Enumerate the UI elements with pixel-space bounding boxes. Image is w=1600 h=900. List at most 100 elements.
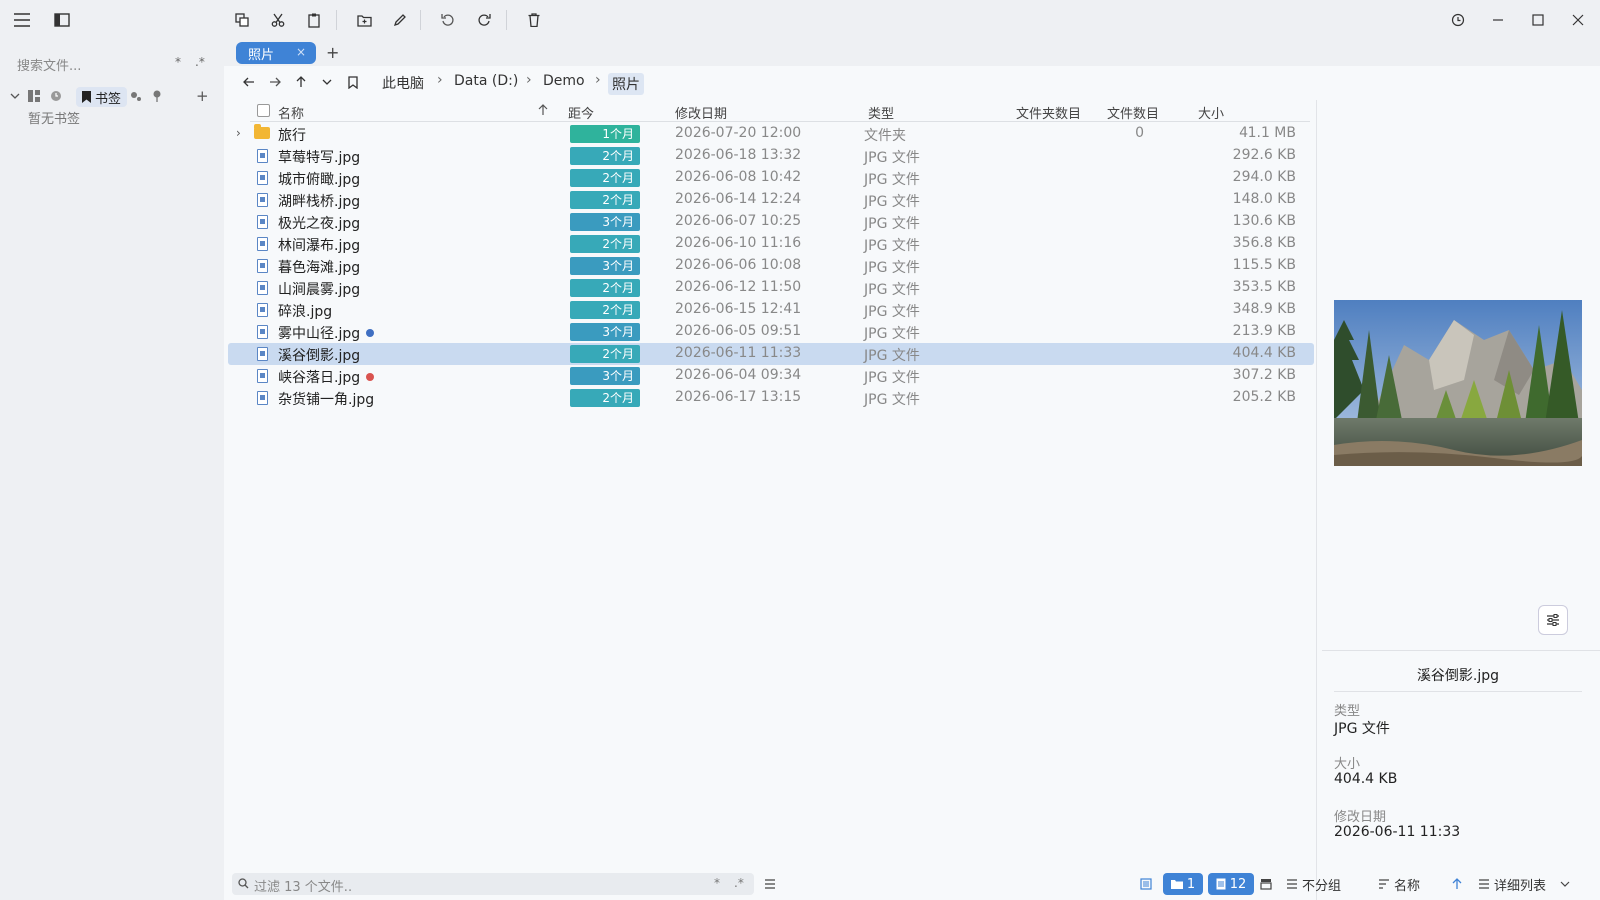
column-header-age[interactable]: 距今 xyxy=(568,103,594,122)
group-dropdown[interactable]: 不分组 xyxy=(1286,873,1341,895)
column-header-name[interactable]: 名称 xyxy=(278,103,304,122)
sidebar-search-input[interactable]: 搜索文件... * .* xyxy=(17,53,207,75)
modified-date: 2026-06-11 11:33 xyxy=(675,345,802,361)
regex-toggle[interactable]: .* xyxy=(195,55,205,69)
tag-icon[interactable] xyxy=(130,91,142,103)
tab-photos[interactable]: 照片 × xyxy=(236,42,316,64)
breadcrumb-item-this-pc[interactable]: 此电脑 xyxy=(382,73,424,93)
tab-close-icon[interactable]: × xyxy=(296,45,306,59)
file-name: 杂货铺一角.jpg xyxy=(278,392,375,408)
filter-input[interactable]: 过滤 13 个文件.. * .* xyxy=(232,873,754,895)
pin-icon[interactable] xyxy=(152,90,162,102)
table-row[interactable]: 峡谷落日.jpg 3个月 2026-06-04 09:34 JPG 文件 307.2 K… xyxy=(228,365,1314,387)
redo-icon[interactable] xyxy=(472,8,496,32)
maximize-icon[interactable] xyxy=(1526,8,1550,32)
breadcrumb-item-demo[interactable]: Demo xyxy=(543,73,585,89)
table-row[interactable]: 城市俯瞰.jpg 2个月 2026-06-08 10:42 JPG 文件 294.0 K… xyxy=(228,167,1314,189)
table-row[interactable]: 杂货铺一角.jpg 2个月 2026-06-17 13:15 JPG 文件 205.2 … xyxy=(228,387,1314,409)
sort-direction-icon[interactable] xyxy=(1452,873,1462,895)
sort-ascending-icon[interactable] xyxy=(538,104,548,116)
tab-label: 照片 xyxy=(248,47,275,63)
column-header-file-count[interactable]: 文件数目 xyxy=(1107,103,1159,122)
breadcrumb-item-drive[interactable]: Data (D:) xyxy=(454,73,518,89)
wildcard-toggle[interactable]: * xyxy=(175,55,181,69)
color-tag-dot xyxy=(366,373,374,381)
paste-icon[interactable] xyxy=(302,8,326,32)
sliders-icon xyxy=(1547,614,1559,626)
menu-icon[interactable] xyxy=(10,8,34,32)
file-size: 353.5 KB xyxy=(1232,279,1296,295)
file-type: JPG 文件 xyxy=(864,282,920,298)
rename-icon[interactable] xyxy=(388,8,412,32)
new-folder-icon[interactable] xyxy=(352,8,376,32)
detail-view-icon[interactable] xyxy=(1140,873,1152,895)
preview-toggle-icon[interactable] xyxy=(1260,873,1272,895)
file-type: JPG 文件 xyxy=(864,392,920,408)
preview-settings-button[interactable] xyxy=(1538,605,1568,635)
table-row[interactable]: 山涧晨雾.jpg 2个月 2026-06-12 11:50 JPG 文件 353.5 K… xyxy=(228,277,1314,299)
sort-dropdown[interactable]: 名称 xyxy=(1378,873,1420,895)
age-badge: 2个月 xyxy=(570,345,640,363)
age-badge: 2个月 xyxy=(570,147,640,165)
table-row[interactable]: 林间瀑布.jpg 2个月 2026-06-10 11:16 JPG 文件 356.8 K… xyxy=(228,233,1314,255)
folder-count: 1 xyxy=(1186,876,1196,892)
new-tab-button[interactable]: + xyxy=(326,43,339,62)
age-badge: 3个月 xyxy=(570,257,640,275)
undo-icon[interactable] xyxy=(436,8,460,32)
copy-icon[interactable] xyxy=(230,8,254,32)
table-row[interactable]: 草莓特写.jpg 2个月 2026-06-18 13:32 JPG 文件 292.6 K… xyxy=(228,145,1314,167)
select-all-checkbox[interactable] xyxy=(257,104,270,117)
filter-options-button[interactable] xyxy=(764,873,776,895)
filter-wildcard-toggle[interactable]: * xyxy=(714,876,720,890)
folder-count-badge[interactable]: 1 xyxy=(1163,873,1203,895)
age-badge: 1个月 xyxy=(570,125,640,143)
toggle-sidebar-icon[interactable] xyxy=(50,8,74,32)
close-window-icon[interactable] xyxy=(1566,8,1590,32)
file-name: 溪谷倒影.jpg xyxy=(278,348,361,364)
delete-icon[interactable] xyxy=(522,8,546,32)
breadcrumb-item-current[interactable]: 照片 xyxy=(608,73,644,95)
image-file-icon xyxy=(257,391,268,405)
column-header-modified[interactable]: 修改日期 xyxy=(675,103,727,122)
table-row[interactable]: 雾中山径.jpg 3个月 2026-06-05 09:51 JPG 文件 213.9 K… xyxy=(228,321,1314,343)
file-count-badge[interactable]: 12 xyxy=(1208,873,1254,895)
table-row[interactable]: 碎浪.jpg 2个月 2026-06-15 12:41 JPG 文件 348.9 KB xyxy=(228,299,1314,321)
age-badge: 2个月 xyxy=(570,279,640,297)
table-row[interactable]: 溪谷倒影.jpg 2个月 2026-06-11 11:33 JPG 文件 404.4 K… xyxy=(228,343,1314,365)
filter-regex-toggle[interactable]: .* xyxy=(734,876,744,890)
table-row[interactable]: 极光之夜.jpg 3个月 2026-06-07 10:25 JPG 文件 130.6 K… xyxy=(228,211,1314,233)
modified-date: 2026-06-04 09:34 xyxy=(675,367,802,383)
bookmarks-tab[interactable]: 书签 xyxy=(76,87,128,107)
chevron-down-icon[interactable] xyxy=(10,91,20,101)
age-badge: 2个月 xyxy=(570,389,640,407)
bookmark-add-icon[interactable] xyxy=(343,72,363,92)
empty-bookmarks-text: 暂无书签 xyxy=(28,112,81,127)
minimize-icon[interactable] xyxy=(1486,8,1510,32)
bookmarks-tab-label: 书签 xyxy=(95,91,122,107)
column-header-folder-count[interactable]: 文件夹数目 xyxy=(1016,103,1081,122)
grid-icon[interactable] xyxy=(28,90,40,102)
view-mode-dropdown[interactable]: 详细列表 xyxy=(1478,873,1570,895)
file-name: 极光之夜.jpg xyxy=(278,216,361,232)
age-badge: 3个月 xyxy=(570,367,640,385)
file-size: 148.0 KB xyxy=(1232,191,1296,207)
table-row[interactable]: 暮色海滩.jpg 3个月 2026-06-06 10:08 JPG 文件 115.5 K… xyxy=(228,255,1314,277)
clock-icon[interactable] xyxy=(50,90,62,102)
file-type: JPG 文件 xyxy=(864,216,920,232)
file-type: JPG 文件 xyxy=(864,370,920,386)
table-row[interactable]: 湖畔栈桥.jpg 2个月 2026-06-14 12:24 JPG 文件 148.0 K… xyxy=(228,189,1314,211)
add-bookmark-button[interactable]: + xyxy=(196,87,209,105)
cut-icon[interactable] xyxy=(266,8,290,32)
history-dropdown-icon[interactable] xyxy=(317,72,337,92)
up-icon[interactable] xyxy=(291,72,311,92)
expand-chevron-icon[interactable]: › xyxy=(236,126,241,140)
sidebar: 搜索文件... * .* 书签 + 暂无书签 xyxy=(0,40,224,900)
history-icon[interactable] xyxy=(1446,8,1470,32)
breadcrumb-separator: › xyxy=(437,72,443,88)
preview-divider xyxy=(1334,691,1582,692)
back-icon[interactable] xyxy=(239,72,259,92)
forward-icon[interactable] xyxy=(265,72,285,92)
column-header-size[interactable]: 大小 xyxy=(1198,103,1224,122)
table-row[interactable]: › 旅行 1个月 2026-07-20 12:00 文件夹 0 4 1.1 MB xyxy=(228,123,1314,145)
column-header-type[interactable]: 类型 xyxy=(868,103,894,122)
